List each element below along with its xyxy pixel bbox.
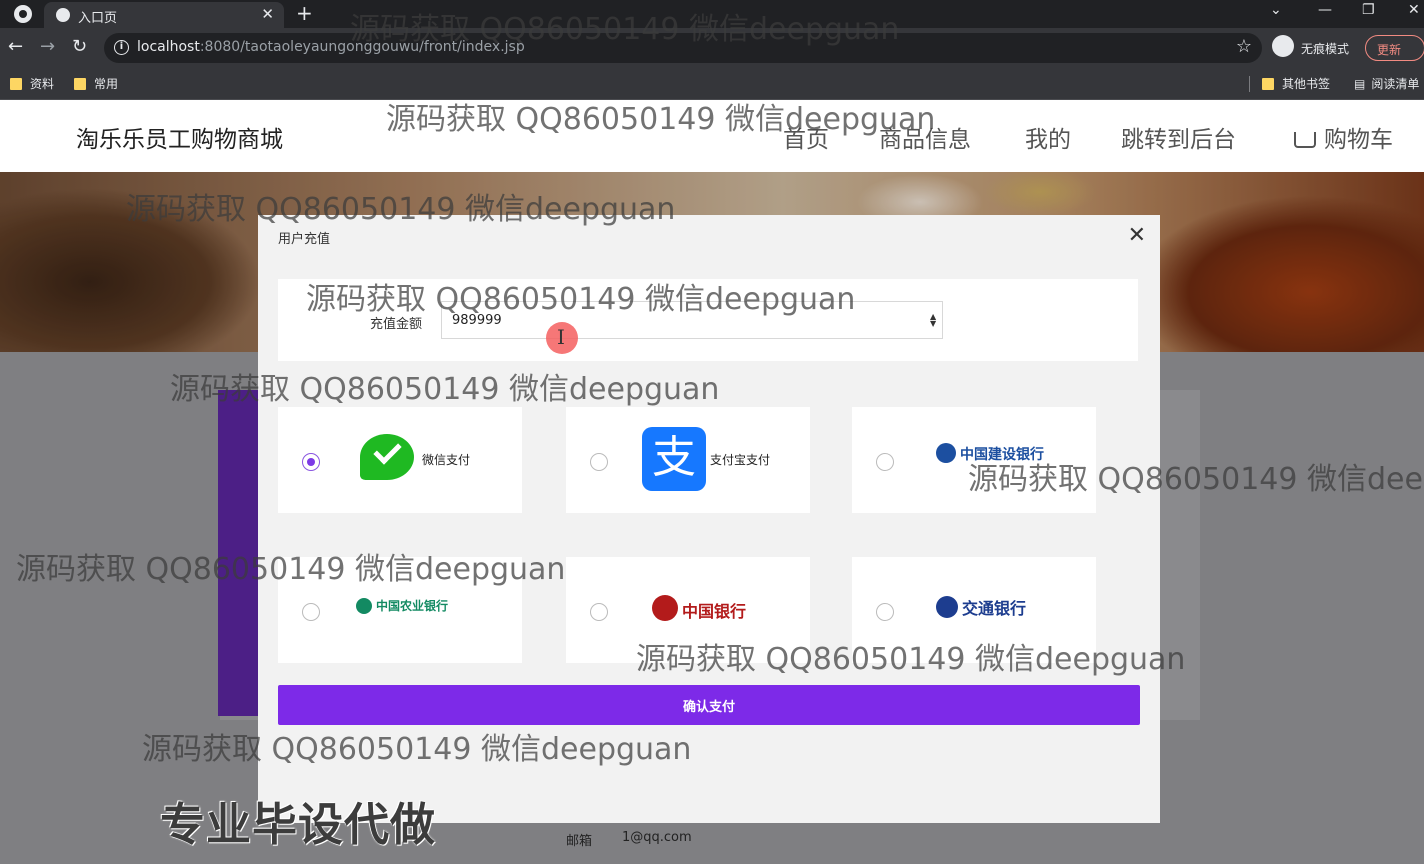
cart-icon — [1294, 132, 1316, 148]
folder-icon — [1262, 78, 1274, 90]
tab-close-icon[interactable]: ✕ — [261, 5, 274, 23]
radio-button[interactable] — [876, 453, 894, 471]
dialog-title: 用户充值 — [278, 232, 331, 247]
folder-icon — [74, 78, 86, 90]
confirm-payment-button[interactable]: 确认支付 — [278, 685, 1140, 725]
site-logo[interactable]: 淘乐乐员工购物商城 — [76, 120, 283, 154]
promo-overlay-text: 专业毕设代做 — [160, 798, 437, 851]
forward-arrow-icon[interactable]: → — [40, 36, 55, 57]
alipay-icon: 支 — [642, 427, 706, 491]
minimize-icon[interactable]: — — [1318, 2, 1332, 18]
payment-option-wechat[interactable]: 微信支付 — [278, 407, 522, 513]
restore-icon[interactable]: ❐ — [1362, 2, 1375, 18]
watermark-text: 源码获取 QQ86050149 微信deepguan — [170, 372, 720, 407]
nav-cart[interactable]: 购物车 — [1294, 120, 1393, 154]
watermark-text: 源码获取 QQ86050149 微信deepguan — [16, 552, 566, 587]
incognito-label: 无痕模式 — [1301, 42, 1350, 56]
watermark-text: 源码获取 QQ86050149 微信deepguan — [386, 102, 936, 137]
update-button[interactable]: 更新 — [1365, 35, 1424, 61]
watermark-text: 源码获取 QQ86050149 微信deepguan — [968, 462, 1424, 497]
folder-icon — [10, 78, 22, 90]
payment-label: 微信支付 — [422, 453, 471, 467]
other-bookmarks[interactable]: 其他书签 — [1262, 75, 1330, 92]
globe-icon — [56, 8, 70, 22]
bookmark-folder[interactable]: 常用 — [74, 75, 118, 92]
payment-option-alipay[interactable]: 支 支付宝支付 — [566, 407, 810, 513]
new-tab-icon[interactable]: + — [296, 1, 313, 25]
info-icon[interactable]: i — [114, 40, 129, 55]
radio-button[interactable] — [590, 603, 608, 621]
boc-logo-icon: 中国银行 — [652, 595, 746, 622]
divider — [1249, 76, 1250, 92]
radio-button[interactable] — [302, 603, 320, 621]
watermark-text: 源码获取 QQ86050149 微信deepguan — [126, 192, 676, 227]
close-window-icon[interactable]: ✕ — [1408, 2, 1420, 18]
nav-backend[interactable]: 跳转到后台 — [1121, 120, 1236, 154]
nav-mine[interactable]: 我的 — [1025, 120, 1071, 154]
browser-tab-active[interactable]: 入口页 ✕ — [44, 2, 284, 28]
spinner-icon[interactable]: ▲ ▼ — [930, 313, 936, 328]
bocom-logo-icon: 交通银行 — [936, 595, 1026, 619]
browser-logo-icon — [14, 5, 32, 23]
radio-button[interactable] — [590, 453, 608, 471]
radio-button[interactable] — [876, 603, 894, 621]
close-icon[interactable]: ✕ — [1128, 223, 1146, 248]
email-value: 1@qq.com — [622, 830, 692, 845]
payment-label: 支付宝支付 — [710, 453, 771, 467]
watermark-text: 源码获取 QQ86050149 微信deepguan — [636, 642, 1186, 677]
back-arrow-icon[interactable]: ← — [8, 36, 23, 57]
wechat-pay-icon — [360, 434, 414, 480]
email-label: 邮箱 — [566, 834, 593, 849]
tab-search-icon[interactable]: ⌄ — [1270, 2, 1282, 18]
watermark-text: 源码获取 QQ86050149 微信deepguan — [350, 12, 900, 47]
bookmark-star-icon[interactable]: ☆ — [1236, 36, 1252, 57]
incognito-icon[interactable] — [1272, 35, 1294, 57]
reload-icon[interactable]: ↻ — [72, 36, 87, 57]
abc-logo-icon: 中国农业银行 — [356, 597, 448, 614]
bookmark-folder[interactable]: 资料 — [10, 75, 54, 92]
reading-list[interactable]: ▤ 阅读清单 — [1354, 75, 1419, 92]
watermark-text: 源码获取 QQ86050149 微信deepguan — [306, 282, 856, 317]
radio-button[interactable] — [302, 453, 320, 471]
watermark-text: 源码获取 QQ86050149 微信deepguan — [142, 732, 692, 767]
text-cursor-icon: I — [557, 325, 565, 349]
reading-list-icon: ▤ — [1354, 77, 1366, 91]
tab-title: 入口页 — [78, 11, 118, 26]
